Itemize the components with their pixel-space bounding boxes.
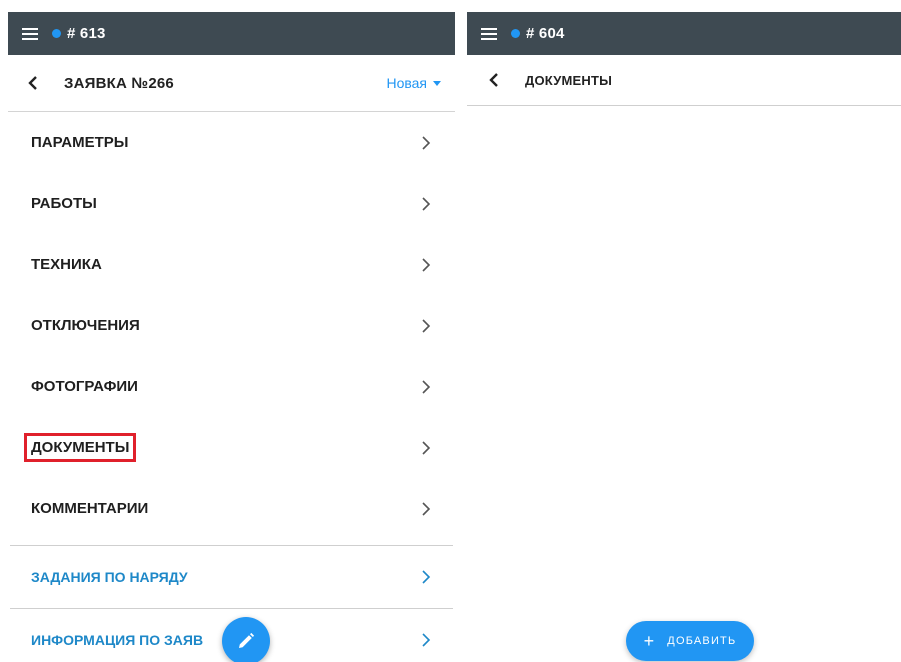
left-screen: # 613 ЗАЯВКА №266 Новая ПАРАМЕТРЫ РАБОТЫ… [8,12,455,662]
status-dropdown-value: Новая [386,75,427,91]
pencil-icon [239,632,255,648]
menu-item-label: ПАРАМЕТРЫ [31,134,129,151]
page-title: ЗАЯВКА №266 [64,74,174,92]
hamburger-menu-icon[interactable] [481,27,497,40]
status-dropdown[interactable]: Новая [386,75,441,91]
caret-down-icon [433,80,441,86]
app-bar-title: # 604 [526,25,565,42]
chevron-right-icon [422,440,431,455]
menu-item-label: ДОКУМЕНТЫ [24,433,137,462]
add-document-button[interactable]: + ДОБАВИТЬ [626,621,754,661]
link-order-tasks[interactable]: ЗАДАНИЯ ПО НАРЯДУ [8,546,455,608]
back-arrow-icon[interactable] [489,71,507,89]
page-title: ДОКУМЕНТЫ [525,72,613,88]
menu-item-photos[interactable]: ФОТОГРАФИИ [8,356,455,417]
chevron-right-icon [422,318,431,333]
app-bar-title: # 613 [67,25,106,42]
menu-item-label: ТЕХНИКА [31,256,102,273]
chevron-right-icon [422,196,431,211]
menu-item-works[interactable]: РАБОТЫ [8,173,455,234]
chevron-right-icon [422,633,431,647]
link-label: ЗАДАНИЯ ПО НАРЯДУ [31,569,188,585]
chevron-right-icon [422,135,431,150]
chevron-right-icon [422,501,431,516]
documents-header: ДОКУМЕНТЫ [467,55,901,106]
back-arrow-icon[interactable] [28,74,46,92]
add-button-label: ДОБАВИТЬ [667,635,737,647]
menu-item-label: КОММЕНТАРИИ [31,500,149,517]
menu-item-label: РАБОТЫ [31,195,97,212]
top-app-bar: # 613 [8,12,455,55]
menu-item-label: ФОТОГРАФИИ [31,378,138,395]
chevron-right-icon [422,379,431,394]
chevron-right-icon [422,257,431,272]
status-dot-icon [52,29,61,38]
menu-item-comments[interactable]: КОММЕНТАРИИ [8,478,455,539]
hamburger-menu-icon[interactable] [22,27,38,40]
top-app-bar: # 604 [467,12,901,55]
edit-fab-button[interactable] [222,617,270,662]
chevron-right-icon [422,570,431,584]
section-menu: ПАРАМЕТРЫ РАБОТЫ ТЕХНИКА ОТКЛЮЧЕНИЯ ФОТО… [8,112,455,539]
documents-list-empty [467,106,901,606]
plus-icon: + [643,630,656,651]
menu-item-parameters[interactable]: ПАРАМЕТРЫ [8,112,455,173]
order-header: ЗАЯВКА №266 Новая [8,55,455,112]
menu-item-documents[interactable]: ДОКУМЕНТЫ [8,417,455,478]
link-label: ИНФОРМАЦИЯ ПО ЗАЯВ [31,632,204,648]
menu-item-equipment[interactable]: ТЕХНИКА [8,234,455,295]
menu-item-label: ОТКЛЮЧЕНИЯ [31,317,140,334]
status-dot-icon [511,29,520,38]
menu-item-shutdowns[interactable]: ОТКЛЮЧЕНИЯ [8,295,455,356]
right-screen: # 604 ДОКУМЕНТЫ + ДОБАВИТЬ [467,12,901,662]
